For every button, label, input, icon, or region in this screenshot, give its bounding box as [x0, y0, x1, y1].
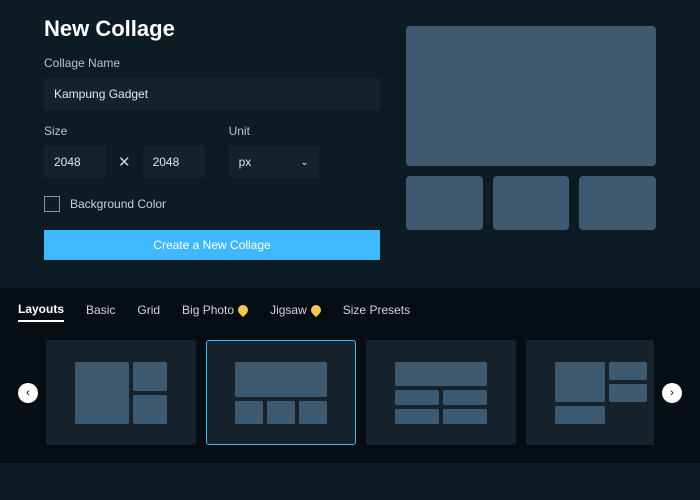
- tab-jigsaw[interactable]: Jigsaw: [270, 303, 321, 321]
- layout-option-layout-2[interactable]: [206, 340, 356, 445]
- premium-icon: [236, 303, 250, 317]
- layout-thumbnail-cell: [395, 362, 487, 386]
- page-title: New Collage: [44, 16, 380, 42]
- layout-thumbnail-cell: [235, 362, 327, 398]
- dimension-separator: ✕: [114, 153, 135, 171]
- carousel-next-button[interactable]: ›: [662, 383, 682, 403]
- tab-grid[interactable]: Grid: [137, 303, 160, 321]
- tab-label: Grid: [137, 303, 160, 317]
- collage-preview: [406, 16, 656, 260]
- layout-thumbnail-cell: [235, 401, 263, 423]
- tab-basic[interactable]: Basic: [86, 303, 115, 321]
- carousel-prev-button[interactable]: ‹: [18, 383, 38, 403]
- layout-thumbnail-cell: [609, 384, 647, 402]
- tab-size-presets[interactable]: Size Presets: [343, 303, 410, 321]
- preview-large-cell: [406, 26, 656, 166]
- tab-label: Size Presets: [343, 303, 410, 317]
- layout-thumbnail-cell: [133, 362, 167, 391]
- collage-name-input[interactable]: [44, 78, 380, 110]
- layout-thumbnail-cell: [299, 401, 327, 423]
- tab-big-photo[interactable]: Big Photo: [182, 303, 248, 321]
- preview-small-cell: [493, 176, 570, 230]
- layout-thumbnail-cell: [555, 406, 605, 424]
- unit-label: Unit: [229, 124, 319, 138]
- layout-thumbnail-cell: [75, 362, 167, 424]
- layout-thumbnail-cell: [133, 395, 167, 424]
- background-color-checkbox[interactable]: [44, 196, 60, 212]
- premium-icon: [309, 303, 323, 317]
- layout-thumbnail-cell: [267, 401, 295, 423]
- tab-label: Basic: [86, 303, 115, 317]
- unit-value: px: [239, 155, 252, 169]
- layout-thumbnail-cell: [443, 409, 487, 424]
- unit-select[interactable]: px ⌄: [229, 146, 319, 178]
- layout-thumbnail-cell: [443, 390, 487, 405]
- layout-option-layout-4[interactable]: [526, 340, 654, 445]
- preview-small-cell: [406, 176, 483, 230]
- layout-thumbnail-cell: [235, 362, 327, 424]
- preview-small-cell: [579, 176, 656, 230]
- tab-label: Layouts: [18, 302, 64, 316]
- layout-option-layout-3[interactable]: [366, 340, 516, 445]
- height-input[interactable]: [143, 146, 205, 178]
- layout-thumbnail-cell: [555, 362, 605, 402]
- collage-name-label: Collage Name: [44, 56, 380, 70]
- tab-label: Jigsaw: [270, 303, 307, 317]
- create-collage-button[interactable]: Create a New Collage: [44, 230, 380, 260]
- layout-thumbnail-cell: [555, 362, 647, 424]
- width-input[interactable]: [44, 146, 106, 178]
- background-color-label: Background Color: [70, 197, 166, 211]
- layout-option-layout-1[interactable]: [46, 340, 196, 445]
- layout-thumbnail-cell: [395, 362, 487, 424]
- layout-thumbnail-cell: [609, 362, 647, 380]
- layout-thumbnail-cell: [395, 390, 439, 405]
- layout-thumbnail-cell: [395, 409, 439, 424]
- layout-thumbnail-cell: [75, 362, 129, 424]
- tab-label: Big Photo: [182, 303, 234, 317]
- chevron-down-icon: ⌄: [300, 157, 308, 168]
- size-label: Size: [44, 124, 205, 138]
- layout-tabs: Layouts Basic Grid Big Photo Jigsaw Size Pres…: [18, 302, 682, 322]
- tab-layouts[interactable]: Layouts: [18, 302, 64, 322]
